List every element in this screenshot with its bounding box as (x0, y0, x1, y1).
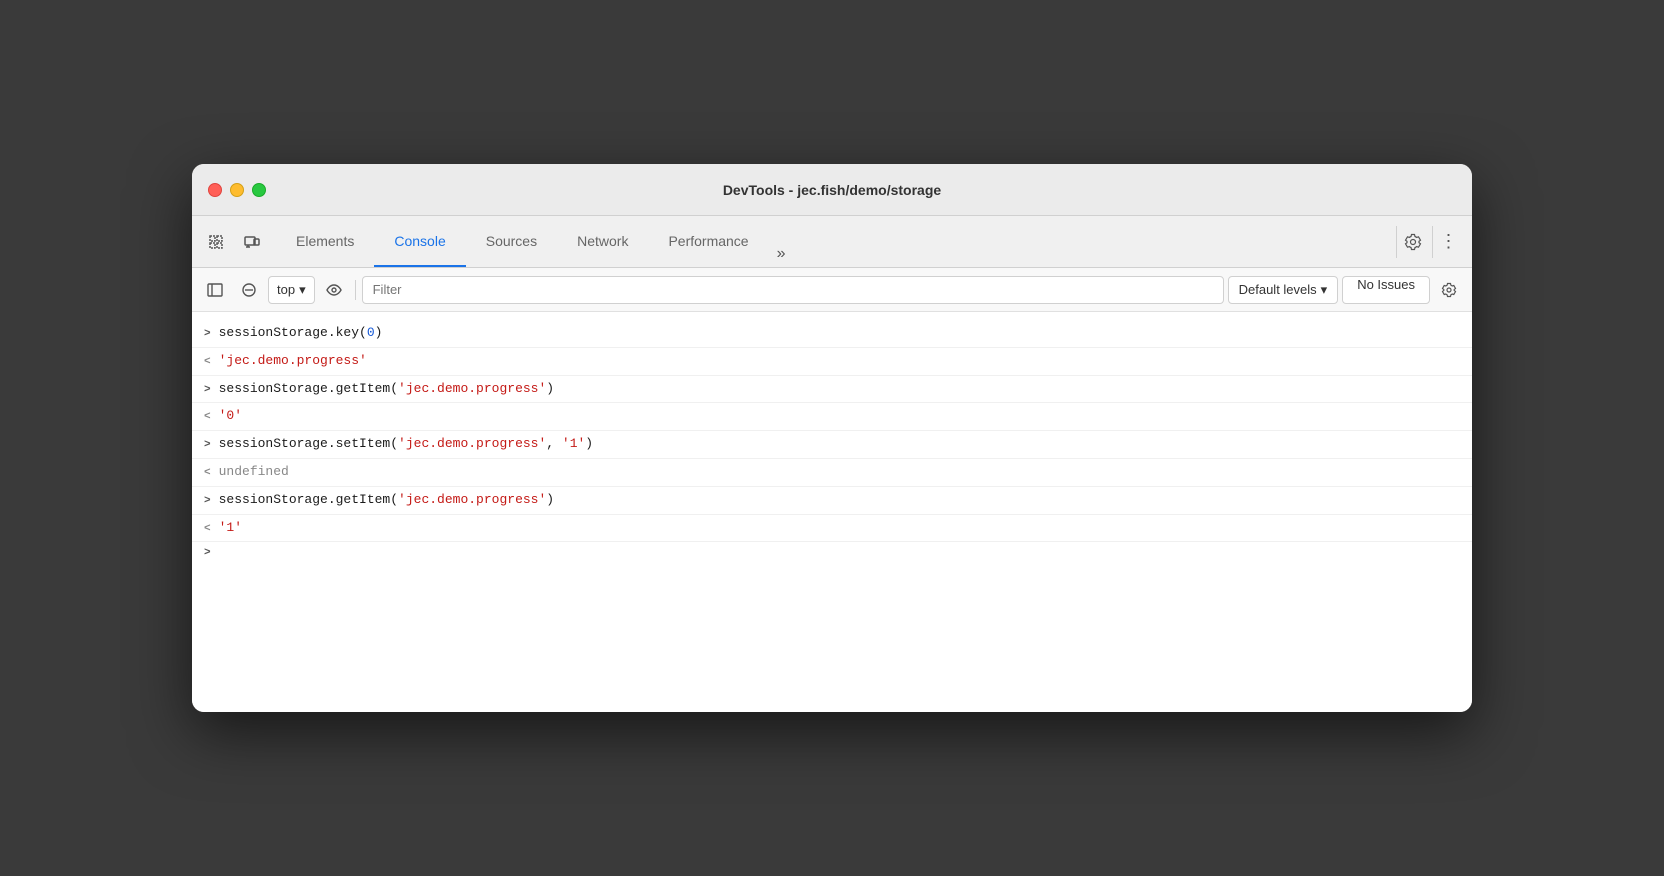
prompt-chevron: > (204, 545, 211, 563)
console-line: < '0' (192, 403, 1472, 431)
tab-sources[interactable]: Sources (466, 216, 557, 267)
console-line: > sessionStorage.setItem('jec.demo.progr… (192, 431, 1472, 459)
toolbar-divider (355, 280, 356, 300)
console-toolbar: top ▾ Default levels ▾ No Issues (192, 268, 1472, 312)
tab-bar: Elements Console Sources Network Perform… (192, 216, 1472, 268)
console-output: > sessionStorage.key(0) < 'jec.demo.prog… (192, 312, 1472, 712)
tab-bar-icons (200, 226, 268, 258)
close-button[interactable] (208, 183, 222, 197)
maximize-button[interactable] (252, 183, 266, 197)
console-line: < undefined (192, 459, 1472, 487)
minimize-button[interactable] (230, 183, 244, 197)
context-selector[interactable]: top ▾ (268, 276, 315, 304)
dropdown-arrow-icon: ▾ (299, 282, 306, 298)
console-line: > sessionStorage.getItem('jec.demo.progr… (192, 487, 1472, 515)
levels-arrow-icon: ▾ (1321, 282, 1328, 298)
tab-console[interactable]: Console (374, 216, 465, 267)
more-tabs-button[interactable]: » (769, 241, 794, 267)
inspector-icon-button[interactable] (200, 226, 232, 258)
tabs: Elements Console Sources Network Perform… (276, 216, 1396, 267)
more-options-button[interactable]: ⋮ (1432, 226, 1464, 258)
tab-bar-right: ⋮ (1396, 226, 1464, 258)
settings-button[interactable] (1396, 226, 1428, 258)
tab-elements[interactable]: Elements (276, 216, 374, 267)
tab-network[interactable]: Network (557, 216, 648, 267)
filter-input[interactable] (362, 276, 1224, 304)
clear-console-button[interactable] (234, 275, 264, 305)
sidebar-toggle-button[interactable] (200, 275, 230, 305)
input-chevron: > (204, 493, 211, 511)
device-toggle-button[interactable] (236, 226, 268, 258)
output-chevron: < (204, 409, 211, 427)
eye-button[interactable] (319, 275, 349, 305)
output-chevron: < (204, 521, 211, 539)
output-chevron: < (204, 354, 211, 372)
console-line: > sessionStorage.getItem('jec.demo.progr… (192, 376, 1472, 404)
console-line: < 'jec.demo.progress' (192, 348, 1472, 376)
input-chevron: > (204, 437, 211, 455)
window-title: DevTools - jec.fish/demo/storage (723, 182, 941, 198)
output-chevron: < (204, 465, 211, 483)
console-settings-button[interactable] (1434, 275, 1464, 305)
console-line: < '1' (192, 515, 1472, 543)
console-line: > sessionStorage.key(0) (192, 320, 1472, 348)
title-bar: DevTools - jec.fish/demo/storage (192, 164, 1472, 216)
tab-performance[interactable]: Performance (648, 216, 768, 267)
input-chevron: > (204, 382, 211, 400)
log-levels-button[interactable]: Default levels ▾ (1228, 276, 1339, 304)
issues-button[interactable]: No Issues (1342, 276, 1430, 304)
traffic-lights (208, 183, 266, 197)
console-input-line[interactable]: > (192, 542, 1472, 570)
input-chevron: > (204, 326, 211, 344)
devtools-window: DevTools - jec.fish/demo/storage (192, 164, 1472, 712)
